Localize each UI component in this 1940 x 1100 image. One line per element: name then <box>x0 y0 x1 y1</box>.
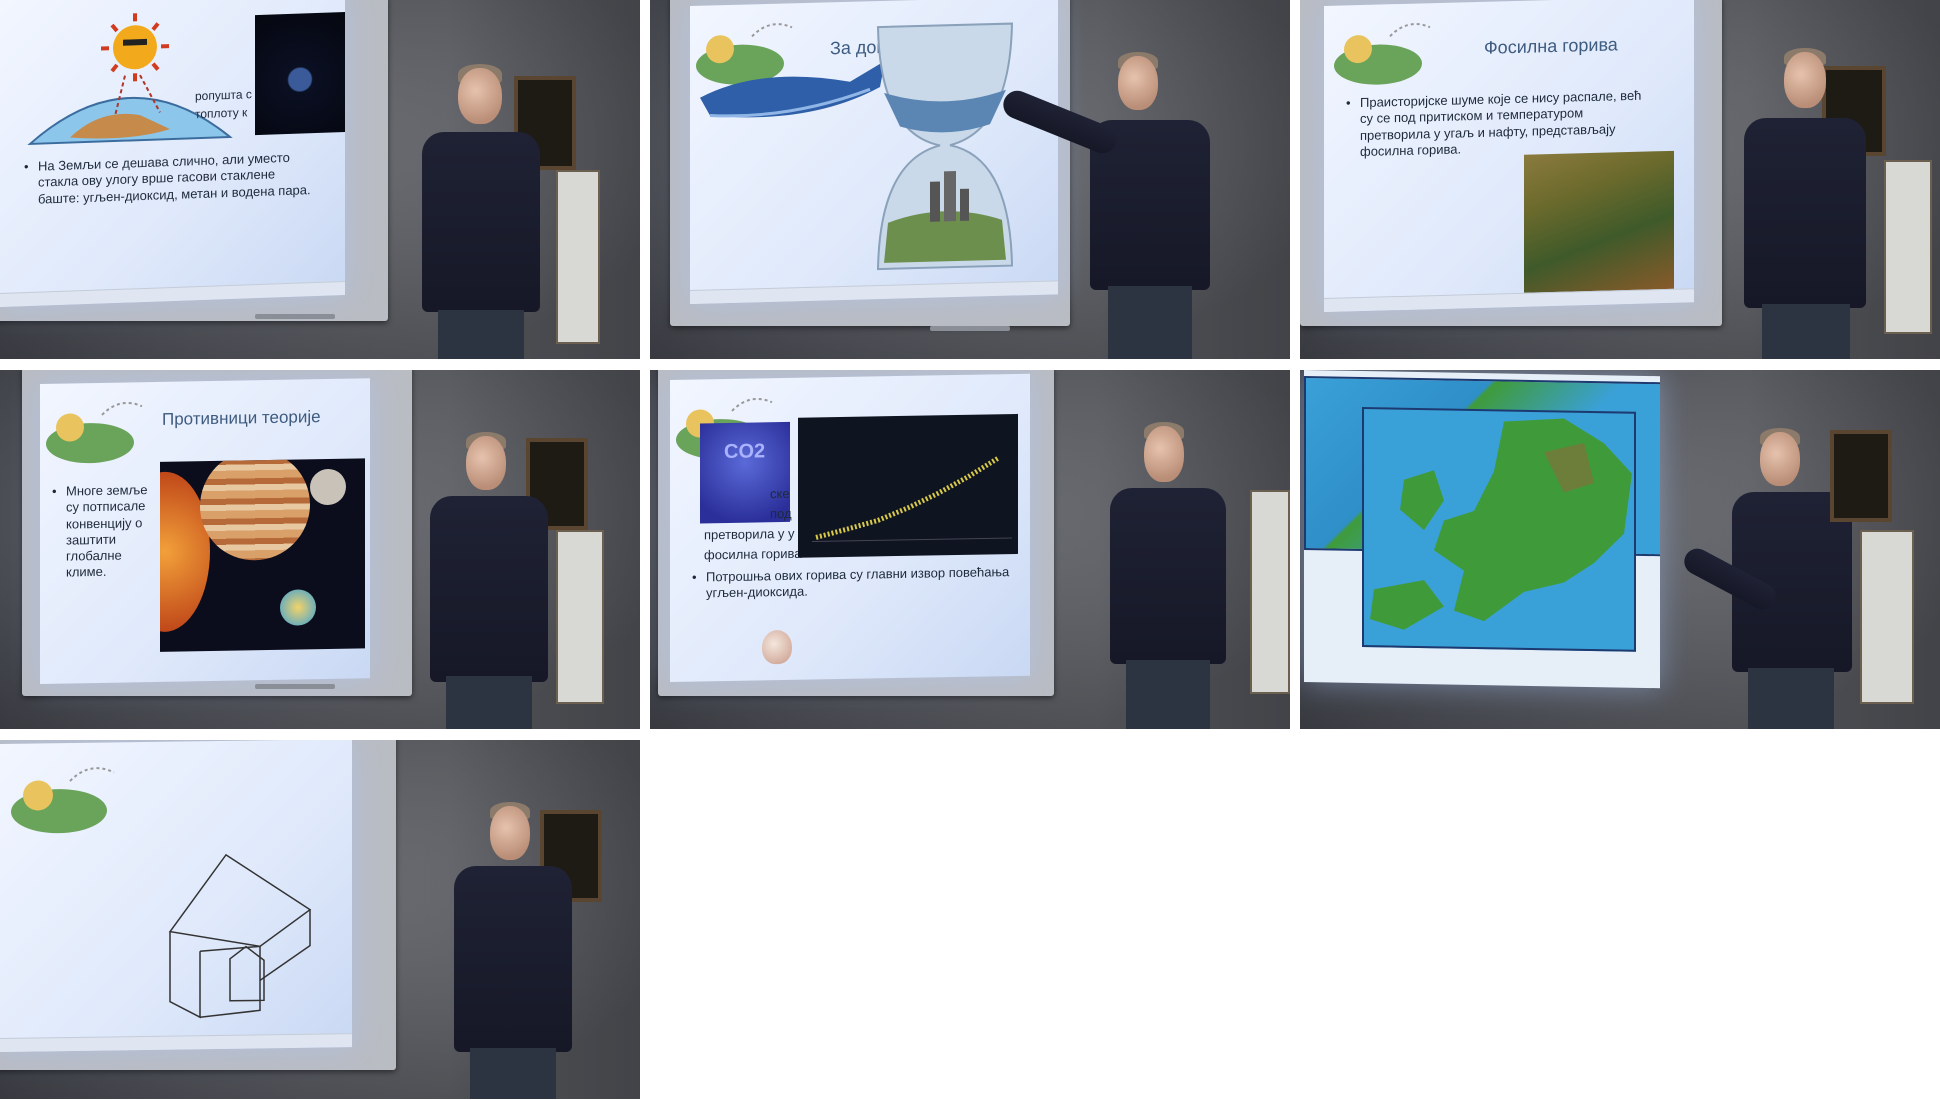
video-frame-grid: ропушта с топлоту к На Земљи се дешава с… <box>0 0 1940 1100</box>
frame-opponents: Противници теорије Многе земље су потпис… <box>0 370 640 729</box>
presenter-sweater <box>1744 118 1866 308</box>
presenter <box>430 430 580 729</box>
whale-illustration <box>700 60 885 118</box>
text-fragment-4: фосилна горива <box>704 545 802 563</box>
prehistoric-forest-image <box>1524 150 1674 295</box>
space-earth-photo <box>255 11 345 136</box>
marker-tray <box>255 684 335 689</box>
text-fragment-2: под <box>770 505 792 522</box>
presenter <box>420 60 570 359</box>
slide-europe-map <box>1304 370 1660 689</box>
presenter-sweater <box>422 132 540 312</box>
slide-greenhouse: ропушта с топлоту к На Земљи се дешава с… <box>0 0 345 308</box>
slide-co2: CO2 ске под претворила у у фосилна горив… <box>670 373 1030 682</box>
easel-drawing <box>1860 530 1914 704</box>
presenter-head <box>1760 432 1800 486</box>
presenter-sweater <box>1110 488 1226 664</box>
easel-drawing <box>1250 490 1290 694</box>
text-fragment-2: топлоту к <box>195 105 248 122</box>
presenter-sweater <box>430 496 548 682</box>
text-fragment-3: претворила у у <box>704 525 795 543</box>
bullet-item: Многе земље су потписале конвенцију о за… <box>50 482 150 581</box>
frame-co2-graph: CO2 ске под претворила у у фосилна горив… <box>650 370 1290 729</box>
slide-bullets: Многе земље су потписале конвенцију о за… <box>50 482 150 585</box>
text-fragment-1: ске <box>770 485 790 502</box>
presenter <box>990 50 1240 359</box>
slide-house-drawing <box>0 740 352 1052</box>
house-sketch <box>168 853 312 1019</box>
marker-tray <box>255 314 335 319</box>
sun-earth-illustration <box>27 13 233 146</box>
presenter-head <box>1118 56 1158 110</box>
presenter <box>1110 420 1250 729</box>
onion-illustration <box>762 629 792 665</box>
presenter-head <box>458 68 502 124</box>
bullet-item: Праисторијске шуме које се нису распале,… <box>1344 88 1644 161</box>
presenter-head <box>1784 52 1826 108</box>
frame-homework: За домаћи... <box>650 0 1290 359</box>
frame-house-drawing <box>0 740 640 1099</box>
wall-painting <box>1830 430 1892 522</box>
presenter-head <box>490 806 530 860</box>
slide-logo <box>46 401 143 464</box>
frame-europe-map <box>1300 370 1940 729</box>
europe-map-image-front <box>1362 407 1636 652</box>
frame-greenhouse: ропушта с топлоту к На Земљи се дешава с… <box>0 0 640 359</box>
text-fragment-1: ропушта с <box>195 87 252 104</box>
presenter-head <box>1144 426 1184 482</box>
slide-logo <box>1334 23 1431 85</box>
presenter <box>1744 46 1894 359</box>
bullet-item: Потрошња ових горива су главни извор пов… <box>690 564 1010 602</box>
slide-opponents: Противници теорије Многе земље су потпис… <box>40 378 370 684</box>
frame-fossil-fuels: Фосилна горива Праисторијске шуме које с… <box>1300 0 1940 359</box>
slide-title: Фосилна горива <box>1484 34 1618 58</box>
planets-image <box>160 458 365 652</box>
presenter <box>450 800 610 1099</box>
presenter-head <box>466 436 506 490</box>
presenter-sweater <box>454 866 572 1052</box>
bullet-item: На Земљи се дешава слично, али уместо ст… <box>22 149 312 208</box>
slide-logo <box>11 767 115 834</box>
slide-fossil-fuels: Фосилна горива Праисторијске шуме које с… <box>1324 0 1694 312</box>
co2-label: CO2 <box>724 440 766 464</box>
slide-bullets: На Земљи се дешава слично, али уместо ст… <box>22 149 312 212</box>
slide-title: Противници теорије <box>162 407 321 429</box>
slide-bullets: Потрошња ових горива су главни извор пов… <box>690 564 1010 606</box>
co2-rise-graph <box>798 413 1018 558</box>
